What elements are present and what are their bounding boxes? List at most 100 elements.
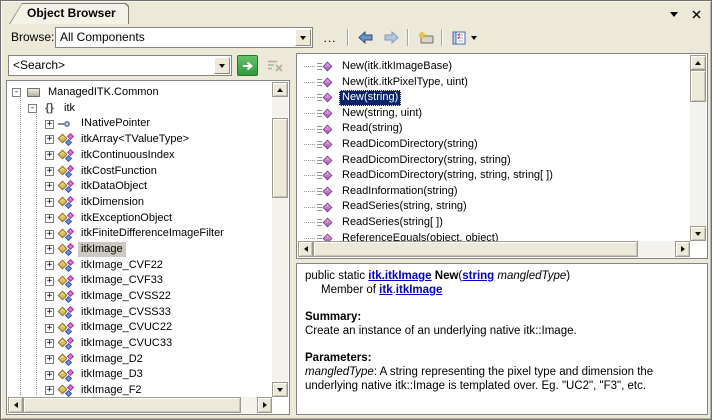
- param-type-link[interactable]: string: [462, 270, 494, 282]
- tree-item[interactable]: +itkImage_D2: [8, 352, 272, 368]
- class-icon: [58, 337, 75, 350]
- member-item[interactable]: ReadSeries(string, string): [298, 199, 690, 215]
- method-name: New: [435, 270, 459, 282]
- tree-item[interactable]: -ManagedITK.Common: [8, 85, 272, 101]
- expand-toggle-icon[interactable]: +: [45, 198, 54, 207]
- tree-vertical-scrollbar[interactable]: [272, 82, 288, 397]
- tree-item[interactable]: +itkArray<TValueType>: [8, 132, 272, 148]
- static-method-icon: [317, 232, 335, 241]
- tree-item-label: itk: [61, 101, 78, 117]
- tree-item[interactable]: +itkImage_CVSS33: [8, 305, 272, 321]
- member-item[interactable]: ReadDicomDirectory(string, string, strin…: [298, 168, 690, 184]
- expand-toggle-icon[interactable]: -: [12, 88, 21, 97]
- expand-toggle-icon[interactable]: +: [45, 277, 54, 286]
- clear-search-button[interactable]: [264, 57, 286, 75]
- tree-item[interactable]: +itkImage_CVF22: [8, 258, 272, 274]
- tree-item[interactable]: +itkImage_F2: [8, 383, 272, 397]
- member-item[interactable]: ReadDicomDirectory(string): [298, 137, 690, 153]
- expand-toggle-icon[interactable]: -: [28, 104, 37, 113]
- tree-item[interactable]: +itkCostFunction: [8, 163, 272, 179]
- tree-item[interactable]: +itkDimension: [8, 195, 272, 211]
- scroll-left-button[interactable]: [298, 241, 313, 257]
- member-item[interactable]: Read(string): [298, 121, 690, 137]
- tab-label[interactable]: Object Browser: [27, 6, 116, 20]
- tree-connector-line: [304, 160, 315, 161]
- expand-toggle-icon[interactable]: +: [45, 214, 54, 223]
- navigate-back-button[interactable]: [353, 27, 377, 48]
- scroll-down-button[interactable]: [272, 382, 288, 397]
- member-item[interactable]: New(string): [298, 90, 690, 106]
- type-link[interactable]: itkImage: [396, 284, 443, 296]
- class-icon: [58, 228, 75, 241]
- expand-toggle-icon[interactable]: +: [45, 324, 54, 333]
- scroll-right-button[interactable]: [675, 241, 690, 257]
- scroll-up-button[interactable]: [690, 55, 706, 70]
- scrollbar-thumb[interactable]: [313, 241, 638, 257]
- expand-toggle-icon[interactable]: +: [45, 308, 54, 317]
- tree-item[interactable]: +itkImage_CVF33: [8, 273, 272, 289]
- tree-item[interactable]: +itkFiniteDifferenceImageFilter: [8, 226, 272, 242]
- scroll-up-button[interactable]: [272, 82, 288, 97]
- scroll-left-button[interactable]: [8, 397, 23, 413]
- tree-item[interactable]: +itkImage_CVUC33: [8, 336, 272, 352]
- chevron-down-icon[interactable]: [214, 57, 230, 74]
- browse-scope-combobox[interactable]: All Components: [55, 27, 313, 48]
- navigate-forward-button[interactable]: [379, 27, 403, 48]
- expand-toggle-icon[interactable]: +: [45, 135, 54, 144]
- scrollbar-thumb[interactable]: [690, 70, 706, 102]
- member-item[interactable]: ReadDicomDirectory(string, string): [298, 153, 690, 169]
- tree-item[interactable]: +INativePointer: [8, 116, 272, 132]
- chevron-down-icon[interactable]: [295, 29, 311, 46]
- expand-toggle-icon[interactable]: +: [45, 355, 54, 364]
- parameters-section: Parameters: mangledType: A string repres…: [305, 351, 699, 393]
- settings-list-icon: [452, 31, 466, 45]
- member-item[interactable]: ReadSeries(string[ ]): [298, 215, 690, 231]
- member-item[interactable]: ReferenceEquals(object, object): [298, 231, 690, 241]
- tree-item-label: itkExceptionObject: [78, 211, 175, 227]
- expand-toggle-icon[interactable]: +: [45, 230, 54, 239]
- member-of-line: Member of itk.itkImage: [305, 283, 699, 297]
- add-to-references-button[interactable]: [413, 27, 439, 48]
- expand-toggle-icon[interactable]: +: [45, 120, 54, 129]
- expand-toggle-icon[interactable]: +: [45, 339, 54, 348]
- tree-item[interactable]: +itkImage_CVSS22: [8, 289, 272, 305]
- expand-toggle-icon[interactable]: +: [45, 386, 54, 395]
- tree-item[interactable]: +itkImage_D3: [8, 367, 272, 383]
- tree-item[interactable]: + itkExceptionObject: [8, 211, 272, 227]
- scroll-down-button[interactable]: [690, 226, 706, 241]
- chevron-down-icon: [471, 36, 477, 40]
- expand-toggle-icon[interactable]: +: [45, 245, 54, 254]
- search-input[interactable]: <Search>: [13, 58, 65, 72]
- member-item[interactable]: New(itk.itkPixelType, uint): [298, 75, 690, 91]
- expand-toggle-icon[interactable]: +: [45, 371, 54, 380]
- tree-item[interactable]: +itkImage: [8, 242, 272, 258]
- member-item[interactable]: New(string, uint): [298, 106, 690, 122]
- object-browser-settings-button[interactable]: [447, 27, 481, 48]
- search-go-button[interactable]: [237, 55, 258, 76]
- tree-item[interactable]: +itkDataObject: [8, 179, 272, 195]
- members-vertical-scrollbar[interactable]: [690, 55, 706, 241]
- scrollbar-thumb[interactable]: [23, 397, 241, 413]
- tree-horizontal-scrollbar[interactable]: [8, 397, 272, 413]
- edit-custom-component-set-button[interactable]: ...: [319, 27, 341, 48]
- expand-toggle-icon[interactable]: +: [45, 292, 54, 301]
- member-item[interactable]: New(itk.itkImageBase): [298, 59, 690, 75]
- toolbar: Browse: All Components ...: [3, 24, 709, 50]
- expand-toggle-icon[interactable]: +: [45, 182, 54, 191]
- scroll-right-button[interactable]: [257, 397, 272, 413]
- member-item[interactable]: ReadInformation(string): [298, 184, 690, 200]
- search-combobox[interactable]: <Search>: [8, 55, 232, 76]
- tree-item[interactable]: +itkContinuousIndex: [8, 148, 272, 164]
- expand-toggle-icon[interactable]: +: [45, 261, 54, 270]
- return-type-link[interactable]: itk.itkImage: [368, 270, 431, 282]
- namespace-link[interactable]: itk: [379, 284, 392, 296]
- tree-item[interactable]: +itkImage_CVUC22: [8, 320, 272, 336]
- window-menu-icon[interactable]: [665, 7, 683, 22]
- members-horizontal-scrollbar[interactable]: [298, 241, 690, 257]
- close-icon[interactable]: [687, 7, 705, 22]
- tree-item[interactable]: -{}itk: [8, 101, 272, 117]
- expand-toggle-icon[interactable]: +: [45, 151, 54, 160]
- scrollbar-thumb[interactable]: [272, 118, 288, 198]
- expand-toggle-icon[interactable]: +: [45, 167, 54, 176]
- member-label: ReadSeries(string, string): [339, 199, 470, 214]
